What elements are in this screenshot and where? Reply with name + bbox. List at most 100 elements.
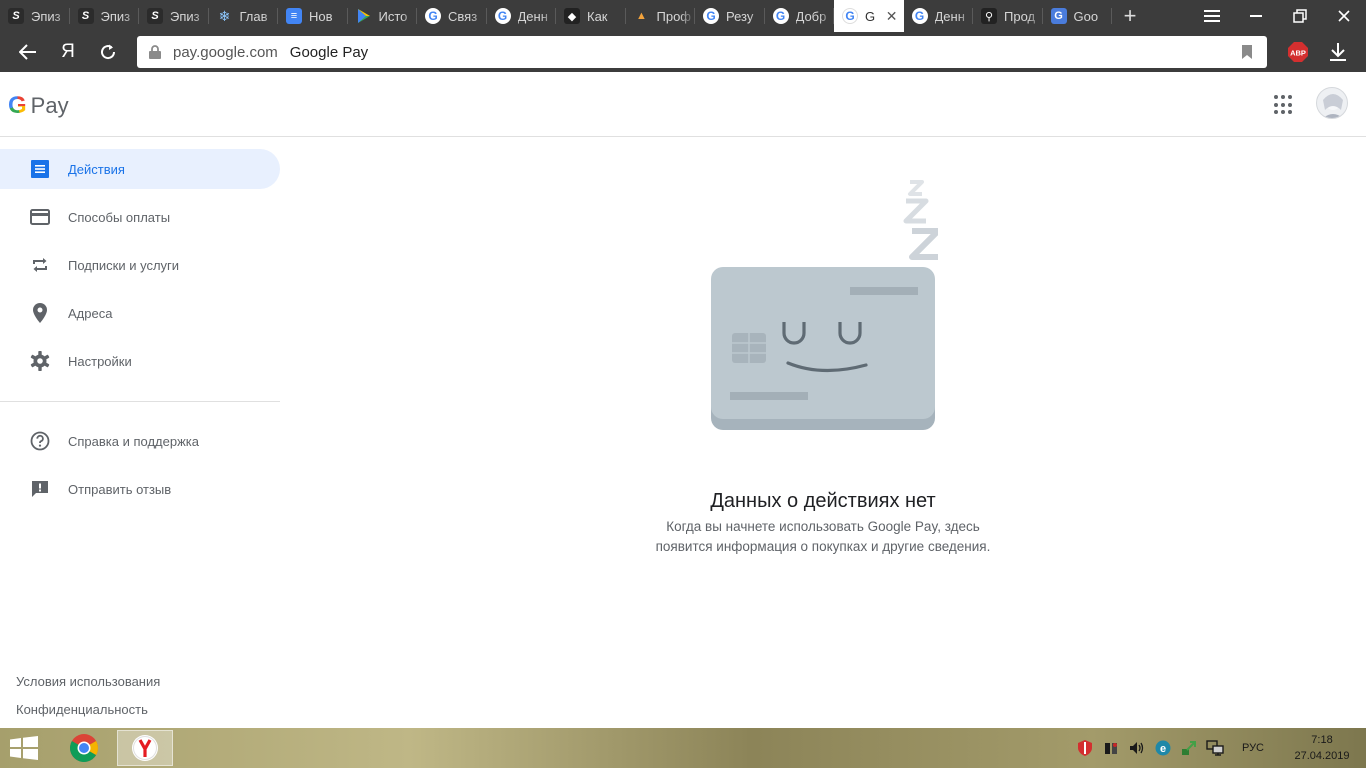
network-icon[interactable] bbox=[1203, 738, 1227, 758]
browser-tab[interactable]: S Эпиз bbox=[139, 0, 209, 32]
minimize-icon[interactable] bbox=[1234, 0, 1278, 32]
menu-icon[interactable] bbox=[1190, 0, 1234, 32]
tab-label: Исто bbox=[378, 8, 408, 24]
browser-tab[interactable]: Исто bbox=[348, 0, 418, 32]
browser-tab[interactable]: S Эпиз bbox=[0, 0, 70, 32]
s-icon: S bbox=[8, 8, 24, 24]
sidebar-item-label: Способы оплаты bbox=[68, 209, 171, 225]
reload-button[interactable] bbox=[88, 32, 128, 72]
address-bar[interactable]: pay.google.com Google Pay bbox=[137, 36, 1267, 68]
logo-g: G bbox=[8, 92, 27, 119]
google-pay-logo[interactable]: G Pay bbox=[8, 92, 69, 120]
sidebar: Действия Способы оплаты Подписки и услуг… bbox=[0, 137, 280, 728]
shield-icon: ◆ bbox=[564, 8, 580, 24]
sidebar-item-addresses[interactable]: Адреса bbox=[0, 293, 280, 333]
browser-tab[interactable]: ◆ Как bbox=[556, 0, 626, 32]
tab-label: Добр bbox=[795, 8, 827, 24]
browser-tab[interactable]: S Эпиз bbox=[70, 0, 140, 32]
location-pin-icon bbox=[28, 301, 52, 325]
sleeping-card-illustration bbox=[710, 175, 941, 435]
tab-label: Нов bbox=[309, 8, 333, 24]
clock-date: 27.04.2019 bbox=[1294, 750, 1350, 762]
google-icon: G bbox=[425, 8, 441, 24]
antivirus-shield-icon[interactable] bbox=[1073, 738, 1097, 758]
address-page-title: Google Pay bbox=[289, 43, 369, 61]
keyboard-language[interactable]: РУС bbox=[1242, 742, 1264, 754]
gear-icon bbox=[28, 349, 52, 373]
sidebar-item-label: Справка и поддержка bbox=[68, 433, 199, 449]
back-button[interactable] bbox=[8, 32, 48, 72]
avatar[interactable] bbox=[1316, 87, 1348, 119]
s-icon: S bbox=[147, 8, 163, 24]
browser-tab[interactable]: ≡ Нов bbox=[278, 0, 348, 32]
help-icon bbox=[28, 429, 52, 453]
browser-toolbar: Я pay.google.com Google Pay bbox=[0, 32, 1366, 72]
yandex-button[interactable]: Я bbox=[48, 32, 88, 72]
bookmark-icon[interactable] bbox=[1241, 45, 1253, 63]
browser-tab[interactable]: G Goo bbox=[1043, 0, 1113, 32]
usb-device-icon[interactable] bbox=[1099, 738, 1123, 758]
windows-start-icon[interactable] bbox=[10, 736, 38, 760]
tab-label: Денн bbox=[517, 8, 548, 24]
tab-label: Как bbox=[587, 8, 608, 24]
browser-tab[interactable]: G Связ bbox=[417, 0, 487, 32]
google-icon: G bbox=[703, 8, 719, 24]
svg-text:e: e bbox=[1160, 743, 1166, 755]
sidebar-item-subscriptions[interactable]: Подписки и услуги bbox=[0, 245, 280, 285]
volume-icon[interactable] bbox=[1125, 738, 1149, 758]
clock[interactable]: 7:18 27.04.2019 bbox=[1278, 732, 1366, 764]
tab-strip: S Эпиз S Эпиз S Эпиз ❄ Глав ≡ Нов Исто G Связ … bbox=[0, 0, 1366, 32]
tab-label: Эпиз bbox=[100, 8, 131, 24]
e-app-icon[interactable]: e bbox=[1151, 738, 1175, 758]
tab-label: Проф bbox=[656, 8, 692, 24]
google-icon: G bbox=[911, 8, 928, 24]
sidebar-item-settings[interactable]: Настройки bbox=[0, 341, 280, 381]
download-icon[interactable] bbox=[1326, 40, 1350, 64]
sidebar-item-label: Настройки bbox=[68, 353, 132, 369]
browser-tab-active[interactable]: G G ✕ bbox=[834, 0, 904, 32]
close-window-icon[interactable] bbox=[1322, 0, 1366, 32]
tab-label: Goo bbox=[1073, 8, 1099, 24]
tab-label: Эпиз bbox=[170, 8, 200, 24]
clock-time: 7:18 bbox=[1311, 734, 1333, 746]
sidebar-item-help[interactable]: Справка и поддержка bbox=[0, 421, 280, 461]
browser-tab[interactable]: ❄ Глав bbox=[209, 0, 279, 32]
chrome-taskbar-button[interactable] bbox=[56, 730, 112, 766]
apps-grid-icon[interactable] bbox=[1274, 95, 1294, 115]
browser-tab[interactable]: G Денн bbox=[904, 0, 974, 32]
sidebar-item-feedback[interactable]: Отправить отзыв bbox=[0, 469, 280, 509]
yandex-taskbar-button[interactable] bbox=[117, 730, 173, 766]
browser-tab[interactable]: G Резу bbox=[695, 0, 765, 32]
google-icon: G bbox=[494, 8, 511, 24]
empty-state-title: Данных о действиях нет bbox=[710, 490, 936, 512]
search-icon: ⚲ bbox=[981, 8, 997, 24]
translate-icon: G bbox=[1050, 8, 1067, 24]
tab-label: Денн bbox=[934, 8, 965, 24]
restore-icon[interactable] bbox=[1278, 0, 1322, 32]
tab-label: Резу bbox=[726, 8, 754, 24]
privacy-link[interactable]: Конфиденциальность bbox=[16, 702, 148, 717]
browser-tab[interactable]: G Добр bbox=[765, 0, 835, 32]
snowflake-icon: ❄ bbox=[218, 7, 231, 24]
browser-tab[interactable]: ▲ Проф bbox=[626, 0, 696, 32]
windows-taskbar: e РУС 7:18 27.04.2019 bbox=[0, 728, 1366, 768]
update-icon[interactable] bbox=[1177, 738, 1201, 758]
app-header: G Pay bbox=[0, 72, 1366, 137]
adblock-icon[interactable]: ABP bbox=[1288, 42, 1308, 62]
sidebar-item-payment-methods[interactable]: Способы оплаты bbox=[0, 197, 280, 237]
play-store-icon bbox=[356, 8, 372, 24]
sidebar-item-label: Адреса bbox=[68, 305, 113, 321]
sidebar-item-label: Отправить отзыв bbox=[68, 481, 172, 497]
close-tab-icon[interactable]: ✕ bbox=[886, 8, 898, 25]
tab-label: Эпиз bbox=[31, 8, 61, 24]
browser-tab[interactable]: ⚲ Прод bbox=[973, 0, 1043, 32]
terms-link[interactable]: Условия использования bbox=[16, 674, 160, 689]
address-domain: pay.google.com bbox=[173, 43, 278, 61]
logo-text: Pay bbox=[30, 93, 69, 118]
browser-tab[interactable]: G Денн bbox=[487, 0, 557, 32]
credit-card-icon bbox=[28, 205, 52, 229]
sidebar-item-activity[interactable]: Действия bbox=[0, 149, 280, 189]
new-tab-button[interactable]: + bbox=[1118, 0, 1142, 32]
window-controls bbox=[1190, 0, 1366, 32]
sidebar-item-label: Подписки и услуги bbox=[68, 257, 180, 273]
